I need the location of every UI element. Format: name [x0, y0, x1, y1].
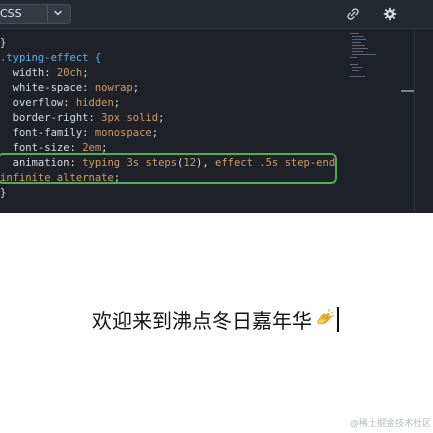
minimap-line: [352, 70, 359, 71]
minimap-line: [352, 36, 364, 37]
minimap-line: [352, 67, 362, 68]
editor-toolbar: CSS: [0, 0, 433, 29]
code-line-1: }: [0, 37, 7, 49]
code-editor[interactable]: CSS} .typing-effect {width: 20ch; whit…: [0, 0, 433, 213]
code-line-4: white-space: nowrap;: [0, 82, 140, 94]
code-line-3: width: 20ch;: [0, 67, 89, 79]
minimap-line: [352, 54, 376, 55]
minimap-line: [350, 64, 358, 65]
watermark: @稀土掘金技术社区: [349, 419, 431, 429]
minimap-line: [352, 51, 363, 52]
editor-scrollbar[interactable]: [414, 29, 415, 213]
css-selector: .typing-effect {: [0, 52, 102, 64]
code-minimap[interactable]: [346, 31, 406, 91]
code-line-5: overflow: hidden;: [0, 97, 121, 109]
minimap-line: [350, 33, 359, 34]
typing-caret: [337, 306, 339, 332]
select-divider: [47, 5, 48, 23]
typing-effect-text: 欢迎来到沸点冬日嘉年华: [92, 308, 312, 333]
code-line-2: .typing-effect {: [0, 51, 340, 66]
gear-icon[interactable]: [383, 7, 397, 21]
minimap-line: [352, 48, 368, 49]
code-line-7: font-family: monospace;: [0, 127, 159, 139]
animation-highlight-box: [0, 153, 337, 184]
chevron-down-icon[interactable]: [52, 7, 64, 19]
minimap-line: [350, 57, 357, 58]
language-select-label: CSS: [0, 7, 22, 20]
preview-panel: 欢迎来到沸点冬日嘉年华 @稀土掘金技术社区: [0, 213, 433, 433]
minimap-line: [352, 42, 361, 43]
minimap-line: [350, 76, 365, 77]
code-line-6: border-right: 3px solid;: [0, 112, 165, 124]
clapping-hands-icon: [317, 309, 335, 325]
minimap-line: [352, 45, 365, 46]
minimap-line: [352, 39, 366, 40]
link-icon[interactable]: [346, 7, 360, 21]
language-select[interactable]: CSS: [0, 4, 71, 24]
scroll-position-marker[interactable]: [401, 90, 414, 92]
code-line-11: }: [0, 187, 7, 199]
typing-effect-preview: 欢迎来到沸点冬日嘉年华: [92, 305, 339, 333]
